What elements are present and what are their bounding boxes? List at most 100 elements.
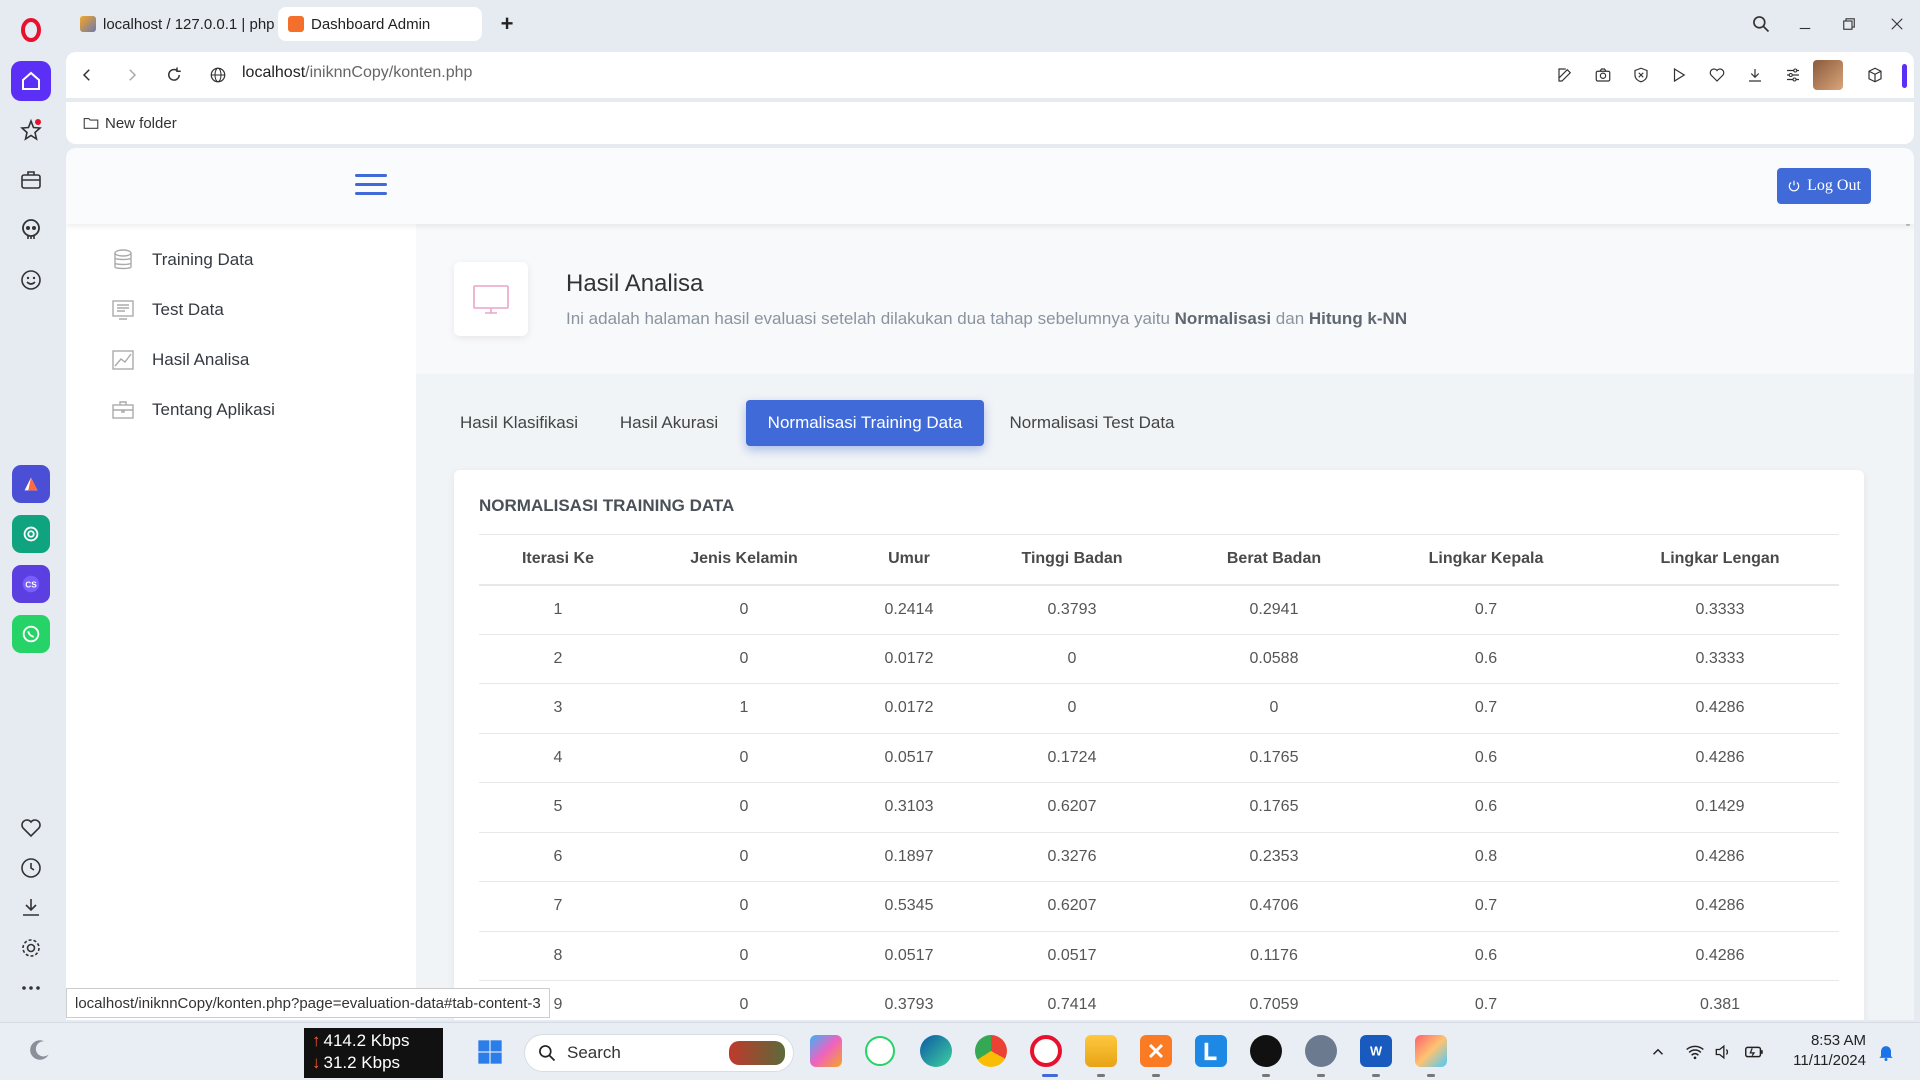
xampp-icon[interactable] bbox=[1140, 1035, 1172, 1067]
sidebar-toggle-indicator[interactable] bbox=[1902, 64, 1907, 88]
logout-button[interactable]: Log Out bbox=[1777, 168, 1871, 204]
page-scrollbar[interactable] bbox=[1906, 152, 1912, 1018]
chevron-up-icon[interactable] bbox=[1643, 1037, 1673, 1067]
skull-icon[interactable] bbox=[11, 210, 51, 250]
table-cell: 0 bbox=[637, 782, 851, 833]
tab-normalisasi-training-data[interactable]: Normalisasi Training Data bbox=[746, 400, 984, 446]
whatsapp-app-icon[interactable] bbox=[12, 615, 50, 653]
windows-taskbar: ↑ 414.2 Kbps ↓ 31.2 Kbps Search W 8:53 A… bbox=[0, 1022, 1920, 1080]
notification-bell-icon[interactable] bbox=[1872, 1037, 1900, 1067]
search-tabs-icon[interactable] bbox=[1746, 10, 1776, 38]
opera-taskbar-icon[interactable] bbox=[1030, 1035, 1062, 1067]
l-app-icon[interactable] bbox=[1195, 1035, 1227, 1067]
chatgpt-app-icon[interactable] bbox=[12, 515, 50, 553]
folder-icon bbox=[83, 117, 99, 129]
opera-sidebar: CS bbox=[0, 0, 62, 1022]
column-header: Jenis Kelamin bbox=[637, 534, 851, 586]
extensions-box-icon[interactable] bbox=[1863, 63, 1887, 87]
wifi-icon[interactable] bbox=[1682, 1037, 1708, 1067]
url-field[interactable]: localhost/iniknnCopy/konten.php bbox=[242, 64, 472, 82]
tab-dashboard-admin[interactable]: Dashboard Admin bbox=[278, 7, 482, 41]
camera-icon[interactable] bbox=[1591, 63, 1615, 87]
table-cell: 0.0588 bbox=[1177, 634, 1371, 684]
sidebar-item-hasil-analisa[interactable]: Hasil Analisa bbox=[110, 345, 249, 375]
table-cell: 0.3793 bbox=[967, 584, 1177, 635]
download-icon[interactable] bbox=[1743, 63, 1767, 87]
table-cell: 0.6 bbox=[1371, 634, 1601, 684]
table-cell: 5 bbox=[479, 782, 637, 833]
aria-app-icon[interactable] bbox=[12, 465, 50, 503]
profile-avatar[interactable] bbox=[1813, 60, 1843, 90]
opera-logo-icon[interactable] bbox=[11, 10, 51, 50]
bookmark-heart-icon[interactable] bbox=[1705, 63, 1729, 87]
bookmark-new-folder[interactable]: New folder bbox=[82, 114, 177, 132]
adblock-icon[interactable] bbox=[1629, 63, 1653, 87]
taskbar-clock[interactable]: 8:53 AM 11/11/2024 bbox=[1786, 1031, 1866, 1071]
running-indicator bbox=[1427, 1074, 1435, 1077]
settings-gear-icon[interactable] bbox=[1305, 1035, 1337, 1067]
settings-icon[interactable] bbox=[11, 928, 51, 968]
volume-icon[interactable] bbox=[1710, 1037, 1736, 1067]
battery-icon[interactable] bbox=[1740, 1037, 1768, 1067]
aria-star-icon[interactable] bbox=[11, 110, 51, 150]
tab-label: Dashboard Admin bbox=[311, 15, 431, 33]
edge-icon[interactable] bbox=[920, 1035, 952, 1067]
play-icon[interactable] bbox=[1667, 63, 1691, 87]
weather-moon-icon[interactable] bbox=[24, 1034, 56, 1066]
reload-icon[interactable] bbox=[160, 61, 188, 89]
tab-label: localhost / 127.0.0.1 | phpM bbox=[103, 15, 274, 33]
downloads-icon[interactable] bbox=[11, 887, 51, 927]
tab-bar: localhost / 127.0.0.1 | phpM Dashboard A… bbox=[62, 0, 1920, 48]
new-tab-button[interactable]: + bbox=[490, 7, 524, 41]
table-cell: 0 bbox=[1177, 683, 1371, 734]
table-cell: 0.6 bbox=[1371, 733, 1601, 783]
tab-phpmyadmin[interactable]: localhost / 127.0.0.1 | phpM bbox=[70, 7, 274, 41]
table-cell: 0.7059 bbox=[1177, 980, 1371, 1020]
sidebar-item-tentang-aplikasi[interactable]: Tentang Aplikasi bbox=[110, 395, 275, 425]
status-url-tooltip: localhost/iniknnCopy/konten.php?page=eva… bbox=[66, 988, 550, 1018]
table-cell: 0.1765 bbox=[1177, 782, 1371, 833]
heart-icon[interactable] bbox=[11, 808, 51, 848]
minimize-icon[interactable] bbox=[1790, 10, 1820, 38]
github-icon[interactable] bbox=[1250, 1035, 1282, 1067]
sidebar-item-training-data[interactable]: Training Data bbox=[110, 245, 253, 275]
smiley-icon[interactable] bbox=[11, 260, 51, 300]
cs-app-icon[interactable]: CS bbox=[12, 565, 50, 603]
word-icon[interactable]: W bbox=[1360, 1035, 1392, 1067]
copilot-icon[interactable] bbox=[810, 1035, 842, 1067]
close-icon[interactable] bbox=[1882, 10, 1912, 38]
tab-normalisasi-test-data[interactable]: Normalisasi Test Data bbox=[1002, 400, 1182, 446]
more-icon[interactable] bbox=[11, 968, 51, 1008]
table-cell: 0.0172 bbox=[851, 683, 967, 734]
table-cell: 0 bbox=[637, 584, 851, 635]
table-cell: 0.6 bbox=[1371, 931, 1601, 981]
table-cell: 0 bbox=[967, 634, 1177, 684]
hamburger-menu-icon[interactable] bbox=[355, 174, 387, 198]
globe-icon[interactable] bbox=[204, 61, 232, 89]
windows-start-icon[interactable] bbox=[474, 1036, 506, 1068]
chrome-icon[interactable] bbox=[975, 1035, 1007, 1067]
whatsapp-taskbar-icon[interactable] bbox=[865, 1036, 895, 1066]
app-header: Log Out bbox=[66, 148, 1914, 224]
table-cell: 0.7 bbox=[1371, 881, 1601, 932]
table-cell: 0.2414 bbox=[851, 584, 967, 635]
edit-icon[interactable] bbox=[1553, 63, 1577, 87]
sidebar-item-test-data[interactable]: Test Data bbox=[110, 295, 224, 325]
file-explorer-icon[interactable] bbox=[1085, 1035, 1117, 1067]
opera-active-indicator bbox=[1042, 1074, 1058, 1077]
home-icon[interactable] bbox=[11, 61, 51, 101]
taskbar-search-input[interactable]: Search bbox=[524, 1034, 794, 1072]
restore-icon[interactable] bbox=[1834, 10, 1864, 38]
table-cell: 0 bbox=[637, 733, 851, 783]
app-sidebar: Training Data Test Data Hasil Analisa Te… bbox=[66, 224, 416, 1020]
table-cell: 0.3276 bbox=[967, 832, 1177, 882]
briefcase-icon[interactable] bbox=[11, 160, 51, 200]
back-icon[interactable] bbox=[73, 61, 101, 89]
tab-hasil-klasifikasi[interactable]: Hasil Klasifikasi bbox=[454, 400, 584, 446]
easy-setup-icon[interactable] bbox=[1781, 63, 1805, 87]
colorful-app-icon[interactable] bbox=[1415, 1035, 1447, 1067]
tab-hasil-akurasi[interactable]: Hasil Akurasi bbox=[604, 400, 734, 446]
table-cell: 0.4286 bbox=[1601, 881, 1839, 932]
history-icon[interactable] bbox=[11, 848, 51, 888]
forward-icon[interactable] bbox=[118, 61, 146, 89]
